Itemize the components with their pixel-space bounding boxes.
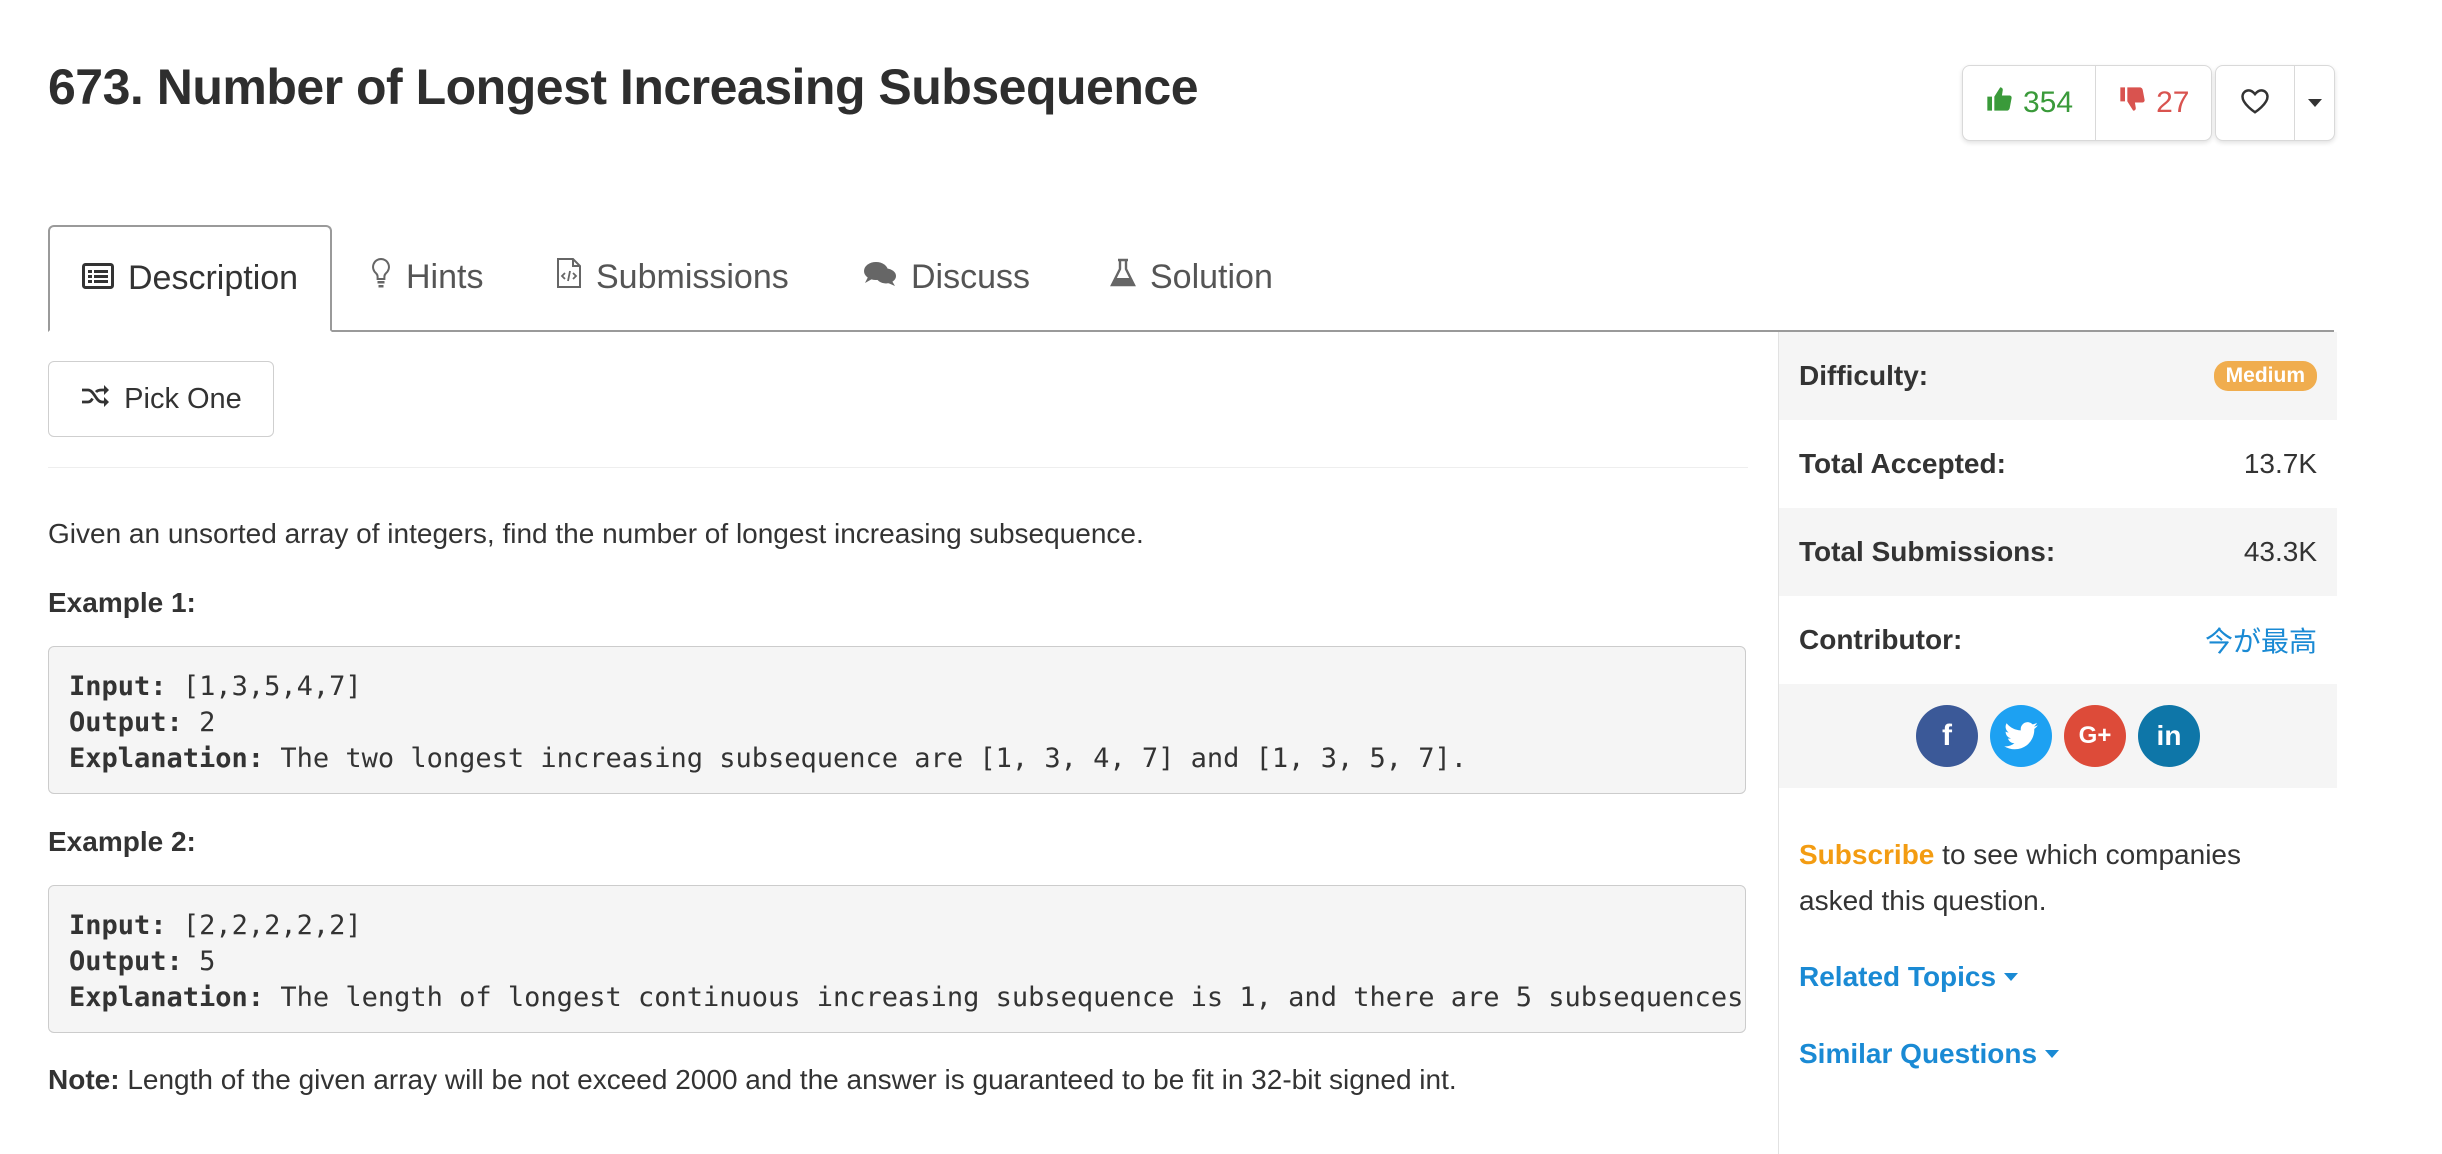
submissions-row: Total Submissions: 43.3K — [1779, 508, 2337, 596]
contributor-row: Contributor: 今が最高 — [1779, 596, 2337, 684]
twitter-icon — [2004, 722, 2038, 750]
linkedin-share-button[interactable]: in — [2138, 705, 2200, 767]
pick-one-button[interactable]: Pick One — [48, 361, 274, 437]
tab-hints[interactable]: Hints — [370, 225, 483, 330]
caret-down-icon — [2307, 99, 2322, 107]
accepted-row: Total Accepted: 13.7K — [1779, 420, 2337, 508]
list-icon — [82, 259, 114, 298]
example-1-output: 2 — [199, 707, 216, 738]
tab-description[interactable]: Description — [48, 225, 333, 332]
example-1-input-line: Input: [1,3,5,4,7] — [69, 669, 1725, 705]
code-file-icon — [556, 257, 582, 298]
favorite-dropdown-button[interactable] — [2295, 66, 2334, 140]
facebook-icon: f — [1942, 719, 1952, 752]
example-2-input: [2,2,2,2,2] — [182, 910, 362, 941]
facebook-share-button[interactable]: f — [1916, 705, 1978, 767]
contributor-link[interactable]: 今が最高 — [2205, 620, 2317, 660]
example-1-block: Input: [1,3,5,4,7] Output: 2 Explanation… — [48, 646, 1746, 794]
heart-icon — [2240, 87, 2270, 120]
vote-group: 354 27 — [1962, 65, 2213, 141]
like-button[interactable]: 354 — [1963, 66, 2097, 140]
example-1-explanation: The two longest increasing subsequence a… — [280, 743, 1467, 774]
shuffle-icon — [80, 383, 110, 416]
explanation-label: Explanation: — [69, 743, 265, 774]
problem-description: Given an unsorted array of integers, fin… — [48, 518, 1144, 549]
tab-solution[interactable]: Solution — [1110, 225, 1273, 330]
input-label: Input: — [69, 910, 167, 941]
explanation-label: Explanation: — [69, 982, 265, 1013]
dislike-count: 27 — [2156, 86, 2190, 119]
input-label: Input: — [69, 671, 167, 702]
example-2-explanation-line: Explanation: The length of longest conti… — [69, 980, 1745, 1016]
note-label: Note: — [48, 1064, 120, 1095]
accepted-label: Total Accepted: — [1799, 448, 2006, 479]
comments-icon — [863, 258, 897, 297]
submissions-value: 43.3K — [2243, 536, 2317, 567]
dislike-button[interactable]: 27 — [2096, 66, 2211, 140]
example-1-explanation-line: Explanation: The two longest increasing … — [69, 741, 1725, 777]
difficulty-badge: Medium — [2213, 361, 2317, 391]
thumbs-up-icon — [1985, 85, 2013, 121]
problem-note: Note: Length of the given array will be … — [48, 1064, 1457, 1096]
contributor-label: Contributor: — [1799, 624, 1963, 655]
google-plus-icon: G+ — [2078, 722, 2112, 749]
thumbs-down-icon — [2118, 85, 2146, 121]
submissions-label: Total Submissions: — [1799, 536, 2056, 567]
output-label: Output: — [69, 946, 183, 977]
caret-down-icon — [2045, 1050, 2060, 1058]
similar-questions-toggle[interactable]: Similar Questions — [1799, 1038, 2060, 1070]
accepted-value: 13.7K — [2243, 448, 2317, 479]
caret-down-icon — [2004, 973, 2019, 981]
note-text: Length of the given array will be not ex… — [127, 1064, 1457, 1095]
like-count: 354 — [2023, 86, 2074, 119]
related-topics-label: Related Topics — [1799, 961, 1997, 992]
tab-bar: Description Hints Submissions Discuss So… — [48, 225, 2334, 332]
subscribe-message: Subscribe to see which companies asked t… — [1799, 832, 2319, 924]
example-2-title: Example 2: — [48, 826, 196, 857]
example-2-explanation: The length of longest continuous increas… — [280, 982, 1746, 1013]
tab-discuss[interactable]: Discuss — [863, 225, 1030, 330]
subscribe-link[interactable]: Subscribe — [1799, 839, 1934, 870]
tab-label: Submissions — [596, 258, 789, 296]
example-1-title: Example 1: — [48, 587, 196, 618]
side-panel: Difficulty: Medium Total Accepted: 13.7K… — [1778, 332, 2337, 1154]
favorite-group — [2215, 65, 2335, 141]
tab-submissions[interactable]: Submissions — [556, 225, 789, 330]
problem-title: 673. Number of Longest Increasing Subseq… — [48, 59, 1199, 115]
example-1-input: [1,3,5,4,7] — [182, 671, 362, 702]
difficulty-label: Difficulty: — [1799, 360, 1929, 391]
example-2-output-line: Output: 5 — [69, 944, 1725, 980]
favorite-button[interactable] — [2216, 66, 2295, 140]
flask-icon — [1110, 258, 1136, 297]
example-2-block: Input: [2,2,2,2,2] Output: 5 Explanation… — [48, 885, 1746, 1033]
tab-label: Description — [128, 259, 299, 297]
bulb-icon — [370, 257, 392, 298]
pick-one-label: Pick One — [124, 382, 242, 415]
share-bar: f G+ in — [1779, 684, 2337, 788]
similar-questions-label: Similar Questions — [1799, 1038, 2038, 1069]
output-label: Output: — [69, 707, 183, 738]
example-2-output: 5 — [199, 946, 216, 977]
tab-label: Hints — [406, 258, 484, 296]
tab-label: Solution — [1150, 258, 1273, 296]
tab-label: Discuss — [911, 258, 1031, 296]
related-topics-toggle[interactable]: Related Topics — [1799, 961, 2019, 993]
difficulty-row: Difficulty: Medium — [1779, 332, 2337, 420]
example-1-output-line: Output: 2 — [69, 705, 1725, 741]
example-2-input-line: Input: [2,2,2,2,2] — [69, 908, 1725, 944]
twitter-share-button[interactable] — [1990, 705, 2052, 767]
google-plus-share-button[interactable]: G+ — [2064, 705, 2126, 767]
linkedin-icon: in — [2156, 720, 2182, 751]
divider — [48, 467, 1748, 468]
